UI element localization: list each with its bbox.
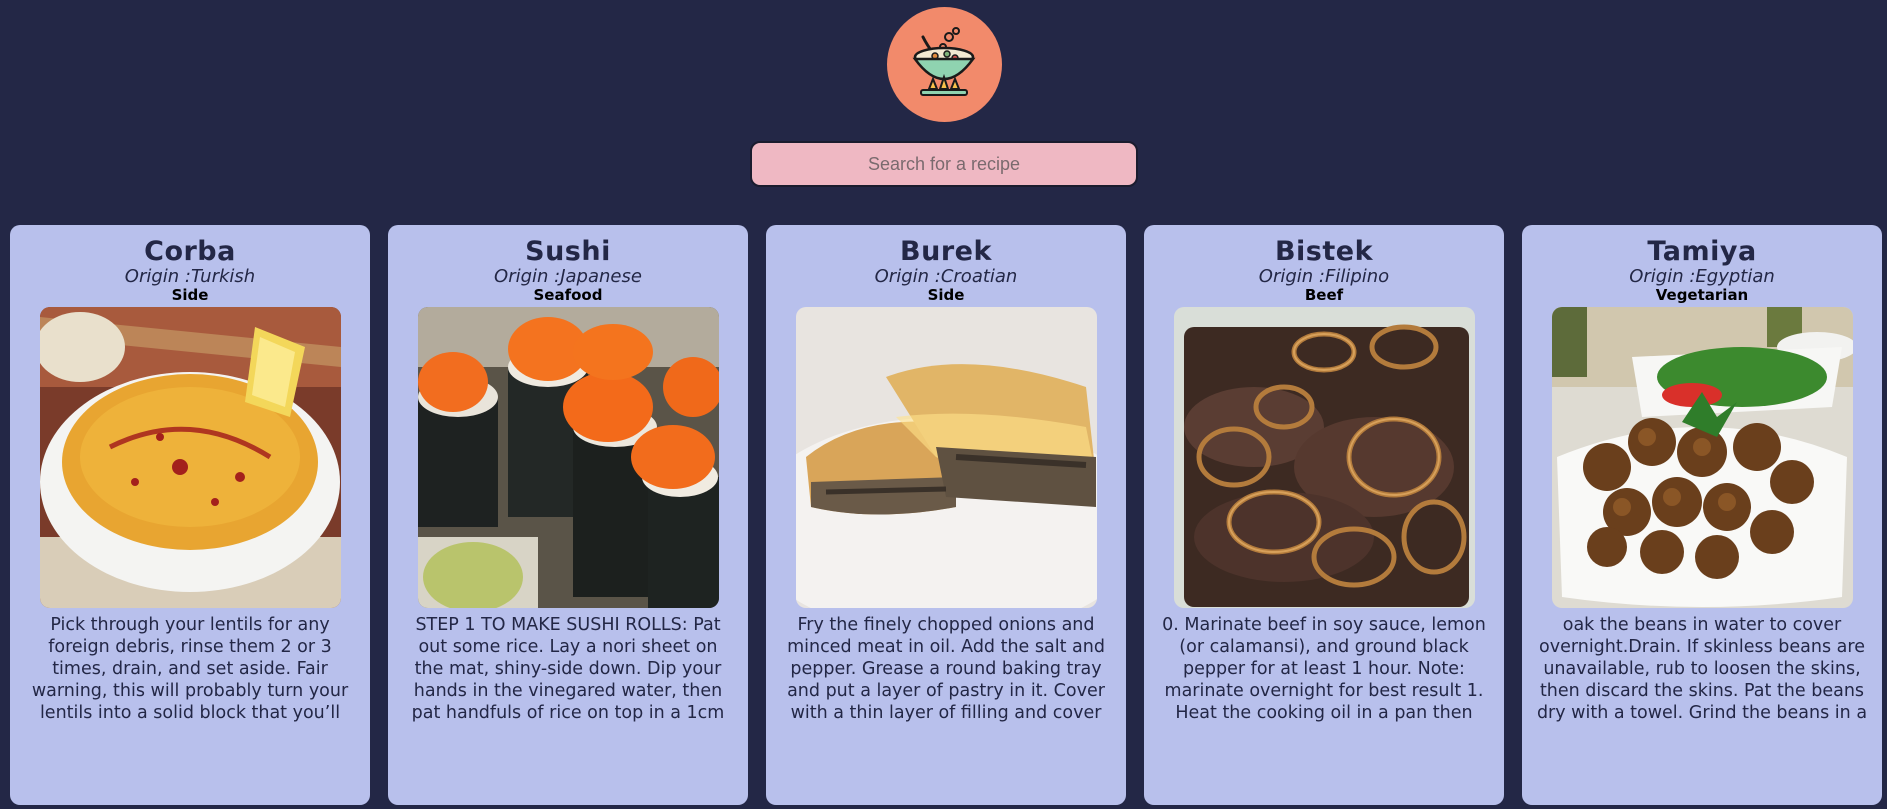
sushi-rolls-image[interactable]	[417, 307, 719, 608]
recipe-card[interactable]: Burek Origin :Croatian Side Fry the fine…	[766, 225, 1126, 805]
falafel-image[interactable]	[1551, 307, 1853, 608]
recipe-title: Sushi	[525, 236, 611, 267]
lentil-soup-image[interactable]	[39, 307, 341, 608]
recipe-category: Side	[927, 286, 965, 304]
burek-pastry-image[interactable]	[795, 307, 1097, 608]
recipe-description: Fry the finely chopped onions and minced…	[787, 615, 1105, 723]
recipe-origin: Origin :Japanese	[494, 266, 642, 287]
recipe-description: STEP 1 TO MAKE SUSHI ROLLS: Pat out some…	[411, 615, 725, 723]
recipe-origin: Origin :Filipino	[1258, 266, 1390, 287]
recipe-title: Burek	[900, 236, 992, 267]
cooking-pot-icon	[912, 27, 976, 96]
header	[0, 0, 1887, 220]
recipe-category: Beef	[1304, 286, 1344, 304]
search-input[interactable]	[750, 141, 1138, 187]
recipe-origin: Origin :Turkish	[124, 266, 256, 287]
recipe-title: Tamiya	[1647, 236, 1757, 267]
recipe-description: oak the beans in water to cover overnigh…	[1536, 615, 1868, 723]
recipe-card[interactable]: Tamiya Origin :Egyptian Vegetarian oak t…	[1522, 225, 1882, 805]
recipe-card[interactable]: Bistek Origin :Filipino Beef 0. Marinate…	[1144, 225, 1504, 805]
recipe-description: Pick through your lentils for any foreig…	[31, 615, 349, 723]
recipe-category: Vegetarian	[1655, 286, 1749, 304]
recipe-title: Corba	[144, 236, 236, 267]
recipe-list: Corba Origin :Turkish Side Pick through …	[10, 225, 1882, 809]
logo[interactable]	[887, 7, 1002, 122]
recipe-origin: Origin :Egyptian	[1629, 266, 1775, 287]
recipe-title: Bistek	[1274, 236, 1374, 267]
recipe-description: 0. Marinate beef in soy sauce, lemon (or…	[1162, 615, 1486, 723]
recipe-origin: Origin :Croatian	[874, 266, 1018, 287]
recipe-card[interactable]: Sushi Origin :Japanese Seafood STEP 1 TO…	[388, 225, 748, 805]
recipe-category: Side	[171, 286, 209, 304]
bistek-beef-image[interactable]	[1173, 307, 1475, 608]
recipe-card[interactable]: Corba Origin :Turkish Side Pick through …	[10, 225, 370, 805]
recipe-category: Seafood	[533, 286, 603, 304]
